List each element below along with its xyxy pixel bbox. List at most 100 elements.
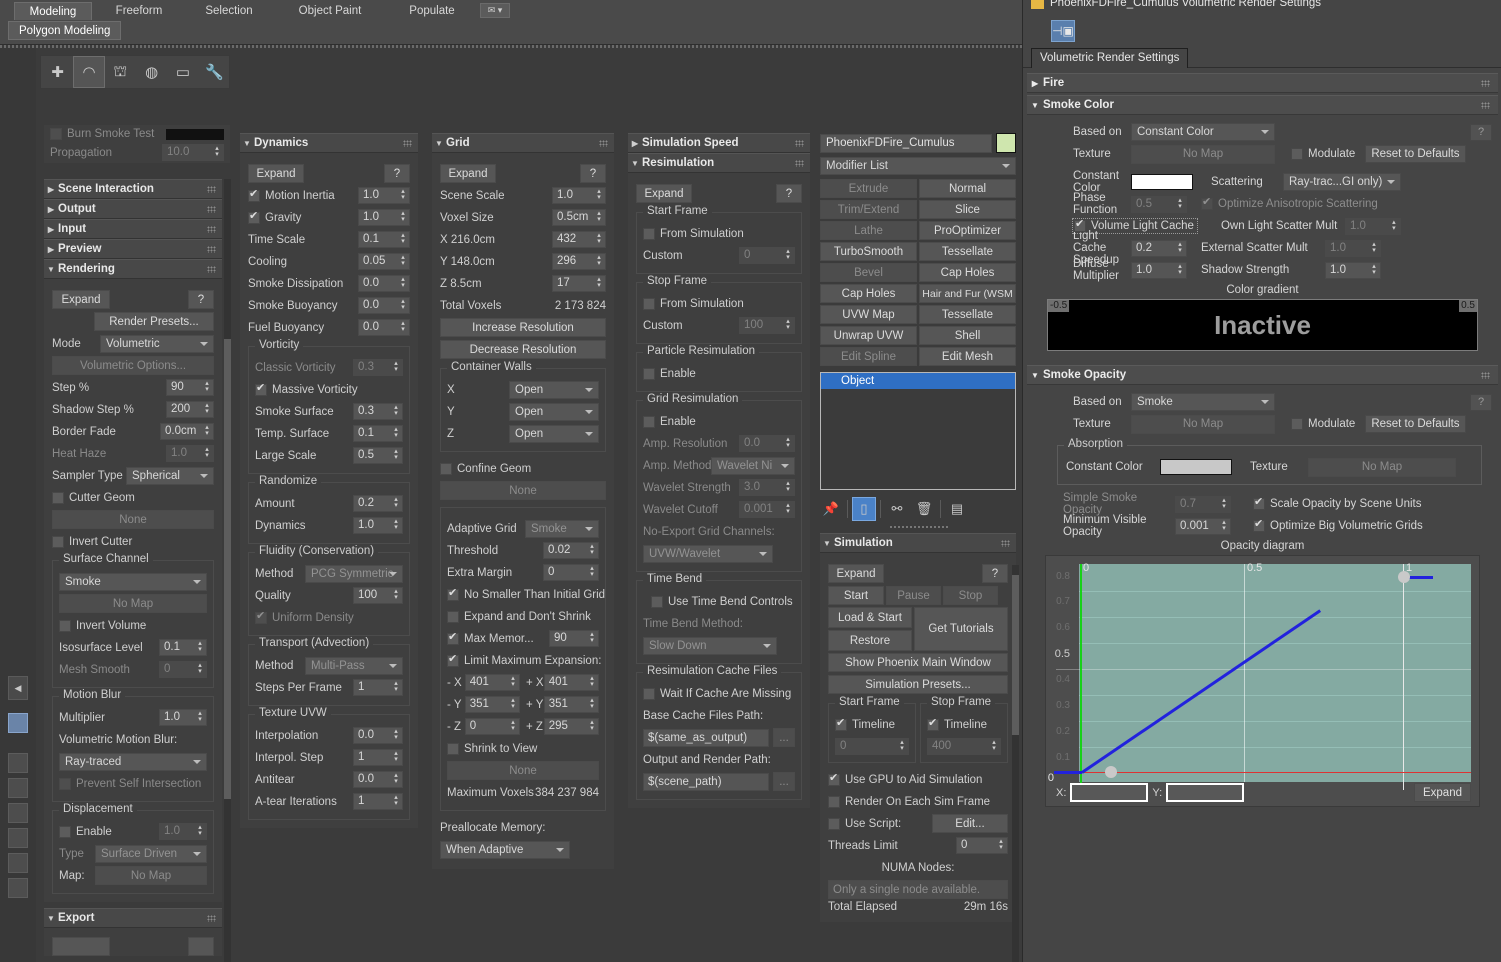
modify-icon[interactable]: ◠ <box>73 56 105 88</box>
start-custom-spinner[interactable]: 0 ▴ ▾ <box>739 247 795 264</box>
rollout-simulation[interactable]: ▼ Simulation <box>820 533 1016 553</box>
spinner-arrows-icon[interactable]: ▴ ▾ <box>399 210 407 224</box>
sc-optimize-aniso-row[interactable]: Optimize Anisotropic Scattering <box>1201 196 1378 210</box>
fluidity-quality-spinner[interactable]: 100 ▴ ▾ <box>353 587 403 604</box>
shadow-step-spinner[interactable]: 200 ▴ ▾ <box>166 401 214 418</box>
spinner-arrows-icon[interactable]: ▴ ▾ <box>588 565 596 579</box>
randomize-dynamics-spinner[interactable]: 1.0 ▴ ▾ <box>353 517 403 534</box>
surface-channel-dropdown[interactable]: Smoke <box>59 572 207 591</box>
pin-icon[interactable]: ⊣▣ <box>1051 20 1075 42</box>
modifier-hair-and-fur-button[interactable]: Hair and Fur (WSM <box>919 284 1016 303</box>
rollout-fire[interactable]: ▶ Fire <box>1027 73 1498 93</box>
no-export-channels-dropdown[interactable]: UVW/Wavelet <box>643 544 773 563</box>
spinner-arrows-icon[interactable]: ▴ ▾ <box>1176 241 1184 255</box>
viewport-layout-icon-7[interactable] <box>8 878 28 898</box>
voxel-size-spinner[interactable]: 0.5cm ▴ ▾ <box>552 209 606 226</box>
interpolation-spinner[interactable]: 0.0 ▴ ▾ <box>353 727 403 744</box>
displacement-enable-row[interactable]: Enable <box>59 825 159 838</box>
simulation-expand-button[interactable]: Expand <box>828 564 884 583</box>
spinner-arrows-icon[interactable]: ▴ ▾ <box>595 254 603 268</box>
interpol-step-spinner[interactable]: 1 ▴ ▾ <box>353 749 403 766</box>
spinner-arrows-icon[interactable]: ▴ ▾ <box>392 588 400 602</box>
spinner-arrows-icon[interactable]: ▴ ▾ <box>588 675 596 689</box>
modifier-shell-button[interactable]: Shell <box>919 326 1016 345</box>
modifier-stack-item-object[interactable]: Object <box>821 373 1015 389</box>
mesh-smooth-spinner[interactable]: 0 ▴ ▾ <box>159 661 207 678</box>
spinner-arrows-icon[interactable]: ▴ ▾ <box>203 380 211 394</box>
spinner-arrows-icon[interactable]: ▴ ▾ <box>392 360 400 374</box>
spinner-arrows-icon[interactable]: ▴ ▾ <box>898 739 906 753</box>
dynamics-help-button[interactable]: ? <box>384 164 410 183</box>
spinner-arrows-icon[interactable]: ▴ ▾ <box>784 502 792 516</box>
prevent-self-intersection-row[interactable]: Prevent Self Intersection <box>59 777 201 790</box>
sc-modulate-checkbox[interactable] <box>1291 148 1303 160</box>
rollout-grip-icon[interactable] <box>207 915 216 922</box>
time-bend-method-dropdown[interactable]: Slow Down <box>643 636 777 655</box>
smoke-buoyancy-spinner[interactable]: 0.0 ▴ ▾ <box>358 297 410 314</box>
spinner-arrows-icon[interactable]: ▴ ▾ <box>196 710 204 724</box>
rollout-output[interactable]: ▶ Output <box>44 199 222 219</box>
use-time-bend-row[interactable]: Use Time Bend Controls <box>643 595 793 608</box>
spinner-arrows-icon[interactable]: ▴ ▾ <box>509 697 517 711</box>
shrink-to-view-checkbox[interactable] <box>447 742 459 755</box>
smoke-dissipation-spinner[interactable]: 0.0 ▴ ▾ <box>358 275 410 292</box>
sim-pause-button[interactable]: Pause <box>886 586 941 605</box>
object-color-swatch[interactable] <box>996 133 1016 153</box>
large-scale-spinner[interactable]: 0.5 ▴ ▾ <box>353 447 403 464</box>
border-fade-spinner[interactable]: 0.0cm ▴ ▾ <box>160 423 214 440</box>
spinner-arrows-icon[interactable]: ▴ ▾ <box>595 276 603 290</box>
pos-y-spinner[interactable]: 351 ▴ ▾ <box>543 696 599 713</box>
spinner-arrows-icon[interactable]: ▴ ▾ <box>1220 497 1228 511</box>
modifier-normal-button[interactable]: Normal <box>919 179 1016 198</box>
make-unique-icon[interactable]: ⚯ <box>886 498 908 520</box>
viewport-layout-icon-5[interactable] <box>8 828 28 848</box>
expand-no-shrink-row[interactable]: Expand and Don't Shrink <box>447 610 591 623</box>
modifier-cap-holes-button[interactable]: Cap Holes <box>919 263 1016 282</box>
max-memory-checkbox[interactable] <box>447 631 459 645</box>
diagram-x-input[interactable] <box>1070 783 1149 802</box>
spinner-arrows-icon[interactable]: ▴ ▾ <box>203 446 211 460</box>
massive-vorticity-row[interactable]: Massive Vorticity <box>255 382 358 396</box>
spinner-arrows-icon[interactable]: ▴ ▾ <box>595 232 603 246</box>
steps-per-frame-spinner[interactable]: 1 ▴ ▾ <box>353 679 403 696</box>
sc-optimize-aniso-checkbox[interactable] <box>1201 196 1213 210</box>
temp-surface-spinner[interactable]: 0.1 ▴ ▾ <box>353 425 403 442</box>
wavelet-strength-spinner[interactable]: 3.0 ▴ ▾ <box>739 479 795 496</box>
randomize-amount-spinner[interactable]: 0.2 ▴ ▾ <box>353 495 403 512</box>
spinner-arrows-icon[interactable]: ▴ ▾ <box>392 750 400 764</box>
invert-cutter-checkbox-row[interactable]: Invert Cutter <box>52 535 132 548</box>
spinner-arrows-icon[interactable]: ▴ ▾ <box>392 448 400 462</box>
rendering-expand-button[interactable]: Expand <box>52 290 110 309</box>
modifier-bevel-button[interactable]: Bevel <box>820 263 917 282</box>
gravity-checkbox[interactable] <box>248 210 260 224</box>
spinner-arrows-icon[interactable]: ▴ ▾ <box>784 318 792 332</box>
increase-resolution-button[interactable]: Increase Resolution <box>440 318 606 337</box>
spinner-arrows-icon[interactable]: ▴ ▾ <box>1220 519 1228 533</box>
spinner-arrows-icon[interactable]: ▴ ▾ <box>399 298 407 312</box>
sc-texture-button[interactable]: No Map <box>1131 144 1275 164</box>
sc-diffuse-spinner[interactable]: 1.0 ▴ ▾ <box>1131 261 1187 279</box>
uniform-density-checkbox[interactable] <box>255 610 267 624</box>
sim-show-main-window-button[interactable]: Show Phoenix Main Window <box>828 653 1008 672</box>
modifier-cap-holes-2-button[interactable]: Cap Holes <box>820 284 917 303</box>
rollout-rendering[interactable]: ▼ Rendering <box>44 259 222 279</box>
spinner-arrows-icon[interactable]: ▴ ▾ <box>1370 241 1378 255</box>
spinner-arrows-icon[interactable]: ▴ ▾ <box>392 794 400 808</box>
modifier-extrude-button[interactable]: Extrude <box>820 179 917 198</box>
spinner-arrows-icon[interactable]: ▴ ▾ <box>595 188 603 202</box>
diagram-plot-area[interactable] <box>1079 564 1471 782</box>
sc-scattering-dropdown[interactable]: Ray-trac...GI only) <box>1283 173 1401 191</box>
simulation-help-button[interactable]: ? <box>982 564 1008 583</box>
so-simple-spinner[interactable]: 0.7 ▴ ▾ <box>1175 495 1231 513</box>
step-percent-spinner[interactable]: 90 ▴ ▾ <box>166 379 214 396</box>
spinner-arrows-icon[interactable]: ▴ ▾ <box>784 436 792 450</box>
sc-speedup-spinner[interactable]: 0.2 ▴ ▾ <box>1131 239 1187 257</box>
sampler-type-dropdown[interactable]: Spherical <box>126 466 214 485</box>
spinner-arrows-icon[interactable]: ▴ ▾ <box>588 697 596 711</box>
sc-reset-button[interactable]: Reset to Defaults <box>1365 145 1466 163</box>
scene-scale-spinner[interactable]: 1.0 ▴ ▾ <box>552 187 606 204</box>
mb-multiplier-spinner[interactable]: 1.0 ▴ ▾ <box>159 709 207 726</box>
script-edit-button[interactable]: Edit... <box>932 814 1008 833</box>
render-presets-button[interactable]: Render Presets... <box>94 312 214 331</box>
so-scale-units-row[interactable]: Scale Opacity by Scene Units <box>1253 496 1422 510</box>
